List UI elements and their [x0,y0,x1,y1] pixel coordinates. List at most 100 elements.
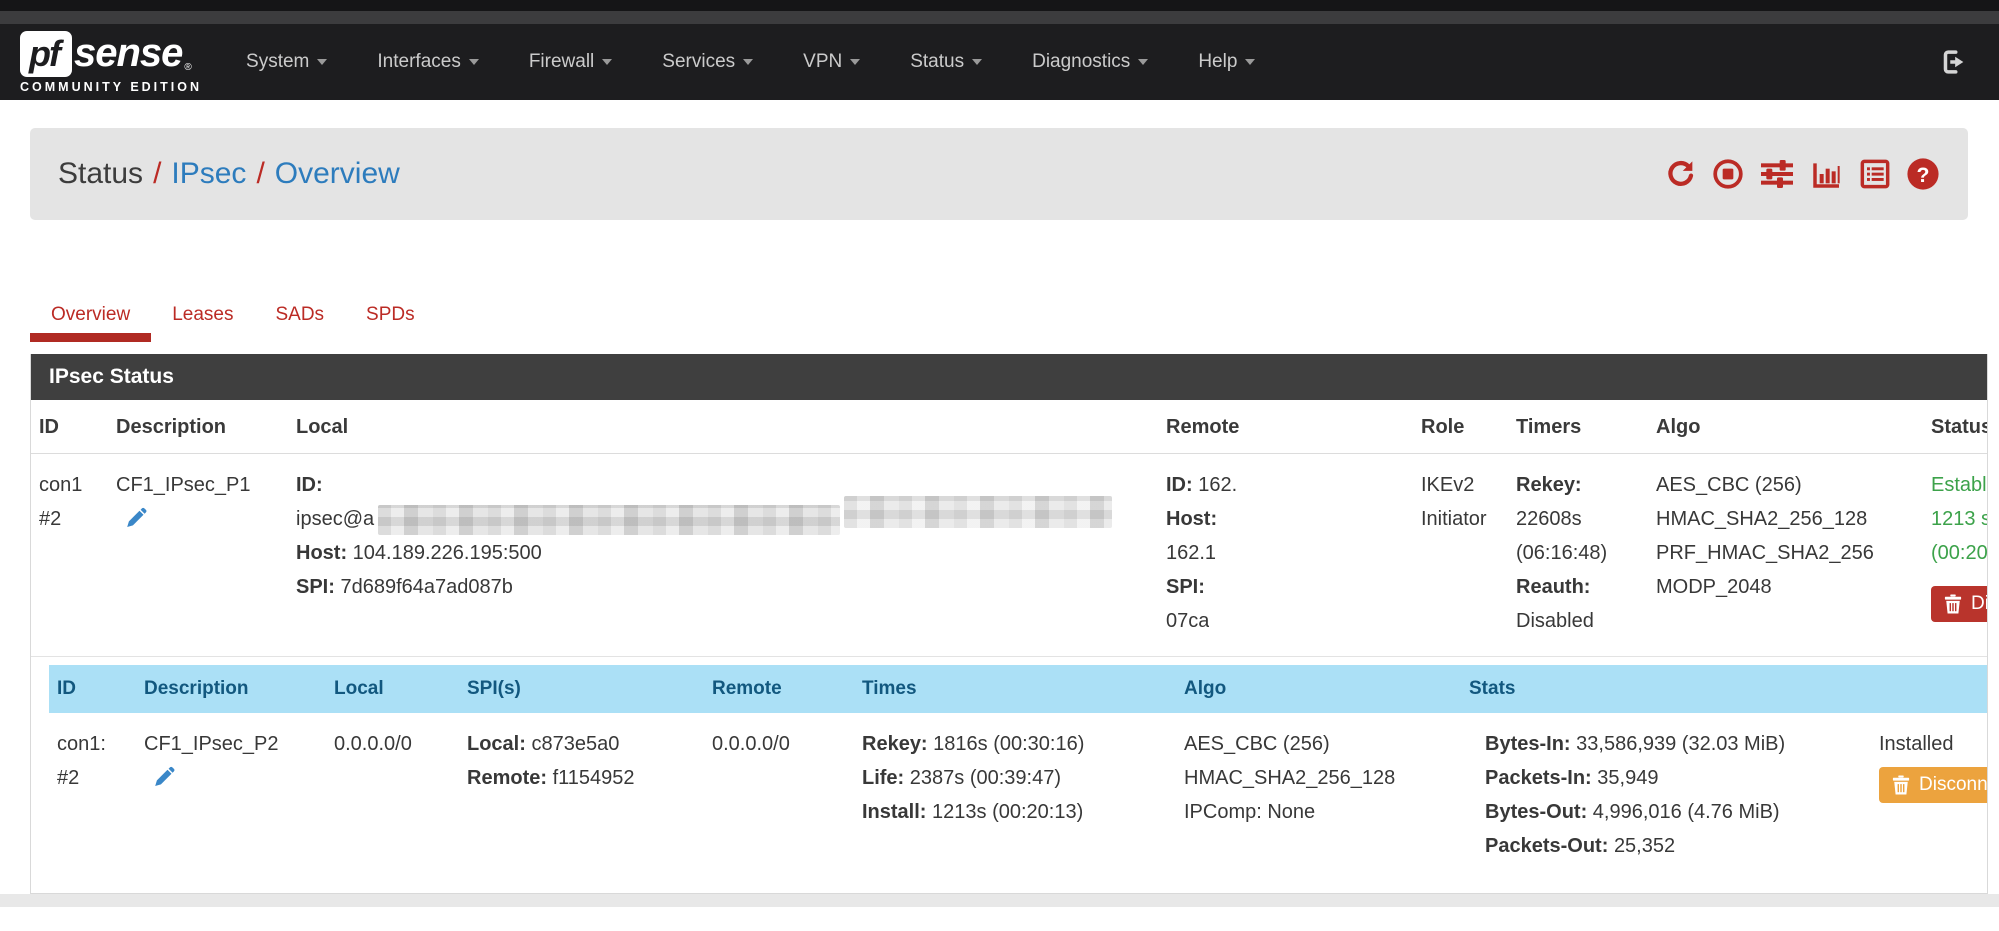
stop-icon[interactable] [1712,158,1744,190]
ike-cell-role: IKEv2Initiator [1413,454,1508,657]
child-cell-id: con1:#2 [49,713,136,879]
disconnect-button[interactable]: Disconnect [1931,586,1988,622]
menu-services[interactable]: Services [662,51,753,73]
child-cell-description: CF1_IPsec_P2 [136,713,326,879]
col-header-id: ID [31,400,108,454]
breadcrumb-ipsec-link[interactable]: IPsec [171,157,246,190]
redacted-remote-spi [1209,609,1359,635]
breadcrumb-separator: / [143,157,171,190]
ike-cell-status: Established 1213 seconds (00:20:13) Disc… [1923,454,1988,657]
child-col-stats: Stats [1461,665,1871,713]
ike-cell-id: con1#2 [31,454,108,657]
svg-text:?: ? [1917,163,1930,187]
refresh-icon[interactable] [1665,158,1697,190]
child-cell-local: 0.0.0.0/0 [326,713,459,879]
child-sa-table: ID Description Local SPI(s) Remote Times… [49,665,1988,879]
child-cell-algo: AES_CBC (256) HMAC_SHA2_256_128 IPComp: … [1176,713,1461,879]
breadcrumb-separator: / [246,157,274,190]
child-col-spis: SPI(s) [459,665,704,713]
menu-help[interactable]: Help [1198,51,1255,73]
panel-title: IPsec Status [31,354,1987,400]
top-navbar: pf sense ® COMMUNITY EDITION System Inte… [0,24,1999,100]
trash-icon [1944,594,1962,614]
child-col-extra [1871,665,1988,713]
chevron-down-icon [1138,59,1148,65]
main-menu: System Interfaces Firewall Services VPN … [246,51,1255,73]
child-disconnect-button[interactable]: Disconnect [1879,767,1988,803]
page-action-icons: ? [1665,157,1940,191]
window-top-strip [0,0,1999,11]
pfsense-logo[interactable]: pf sense ® COMMUNITY EDITION [20,31,202,94]
pf-logo-box: pf [20,31,72,77]
page-footer-strip [0,894,1999,907]
tab-leases[interactable]: Leases [151,304,254,326]
breadcrumb: Status/IPsec/Overview [58,157,400,191]
col-header-timers: Timers [1508,400,1648,454]
chevron-down-icon [743,59,753,65]
status-established: Established [1931,474,1988,496]
child-col-remote: Remote [704,665,854,713]
edit-pencil-icon[interactable] [152,765,176,789]
chevron-down-icon [469,59,479,65]
log-list-icon[interactable] [1859,158,1891,190]
menu-status[interactable]: Status [910,51,982,73]
col-header-role: Role [1413,400,1508,454]
col-header-status: Status [1923,400,1988,454]
col-header-algo: Algo [1648,400,1923,454]
ike-cell-algo: AES_CBC (256) HMAC_SHA2_256_128 PRF_HMAC… [1648,454,1923,657]
breadcrumb-status: Status [58,157,143,190]
tab-overview[interactable]: Overview [30,304,151,326]
ike-cell-remote: ID: 162. Host: 162.1 SPI: 07ca [1158,454,1413,657]
breadcrumb-panel: Status/IPsec/Overview [30,128,1968,220]
child-col-id: ID [49,665,136,713]
tab-sads[interactable]: SADs [254,304,345,326]
tab-spds[interactable]: SPDs [345,304,436,326]
installed-state: Installed [1879,733,1954,755]
redacted-remote-id [1237,473,1377,499]
chevron-down-icon [1245,59,1255,65]
child-cell-times: Rekey: 1816s (00:30:16) Life: 2387s (00:… [854,713,1176,879]
edit-pencil-icon[interactable] [124,506,148,530]
sliders-icon[interactable] [1759,158,1795,190]
breadcrumb-overview-link[interactable]: Overview [275,157,400,190]
child-sa-table-wrap: ID Description Local SPI(s) Remote Times… [49,665,1988,879]
child-col-algo: Algo [1176,665,1461,713]
child-col-times: Times [854,665,1176,713]
chevron-down-icon [972,59,982,65]
ike-cell-timers: Rekey: 22608s (06:16:48) Reauth: Disable… [1508,454,1648,657]
help-icon[interactable]: ? [1906,157,1940,191]
ipsec-status-panel: IPsec Status ID Description Local Remote… [30,354,1988,894]
child-cell-state: Installed Disconnect [1871,713,1988,879]
bar-chart-icon[interactable] [1810,158,1844,190]
chevron-down-icon [317,59,327,65]
redacted-local-id-2 [844,496,1112,528]
child-cell-remote: 0.0.0.0/0 [704,713,854,879]
browser-tab-strip [0,11,1999,24]
child-cell-stats: Bytes-In: 33,586,939 (32.03 MiB) Packets… [1461,713,1871,879]
menu-vpn[interactable]: VPN [803,51,860,73]
chevron-down-icon [602,59,612,65]
col-header-description: Description [108,400,288,454]
child-col-description: Description [136,665,326,713]
col-header-local: Local [288,400,1158,454]
menu-system[interactable]: System [246,51,327,73]
community-edition-label: COMMUNITY EDITION [20,80,202,94]
menu-firewall[interactable]: Firewall [529,51,612,73]
pf-logo-text: pf [29,33,63,75]
child-col-local: Local [326,665,459,713]
chevron-down-icon [850,59,860,65]
trash-icon [1892,775,1910,795]
ike-cell-description: CF1_IPsec_P1 [108,454,288,657]
child-cell-spis: Local: c873e5a0 Remote: f1154952 [459,713,704,879]
sign-out-icon[interactable] [1939,48,1969,76]
menu-interfaces[interactable]: Interfaces [377,51,478,73]
col-header-remote: Remote [1158,400,1413,454]
ike-table: ID Description Local Remote Role Timers … [31,400,1988,657]
redacted-local-id [378,505,840,535]
redacted-remote-host [1216,541,1366,567]
registered-mark: ® [184,62,191,73]
menu-diagnostics[interactable]: Diagnostics [1032,51,1148,73]
sub-tabs: Overview Leases SADs SPDs [30,304,1999,326]
sense-logo-text: sense [74,31,182,76]
ike-cell-local: ID: ipsec@a Host: 104.189.226.195:500 SP… [288,454,1158,657]
